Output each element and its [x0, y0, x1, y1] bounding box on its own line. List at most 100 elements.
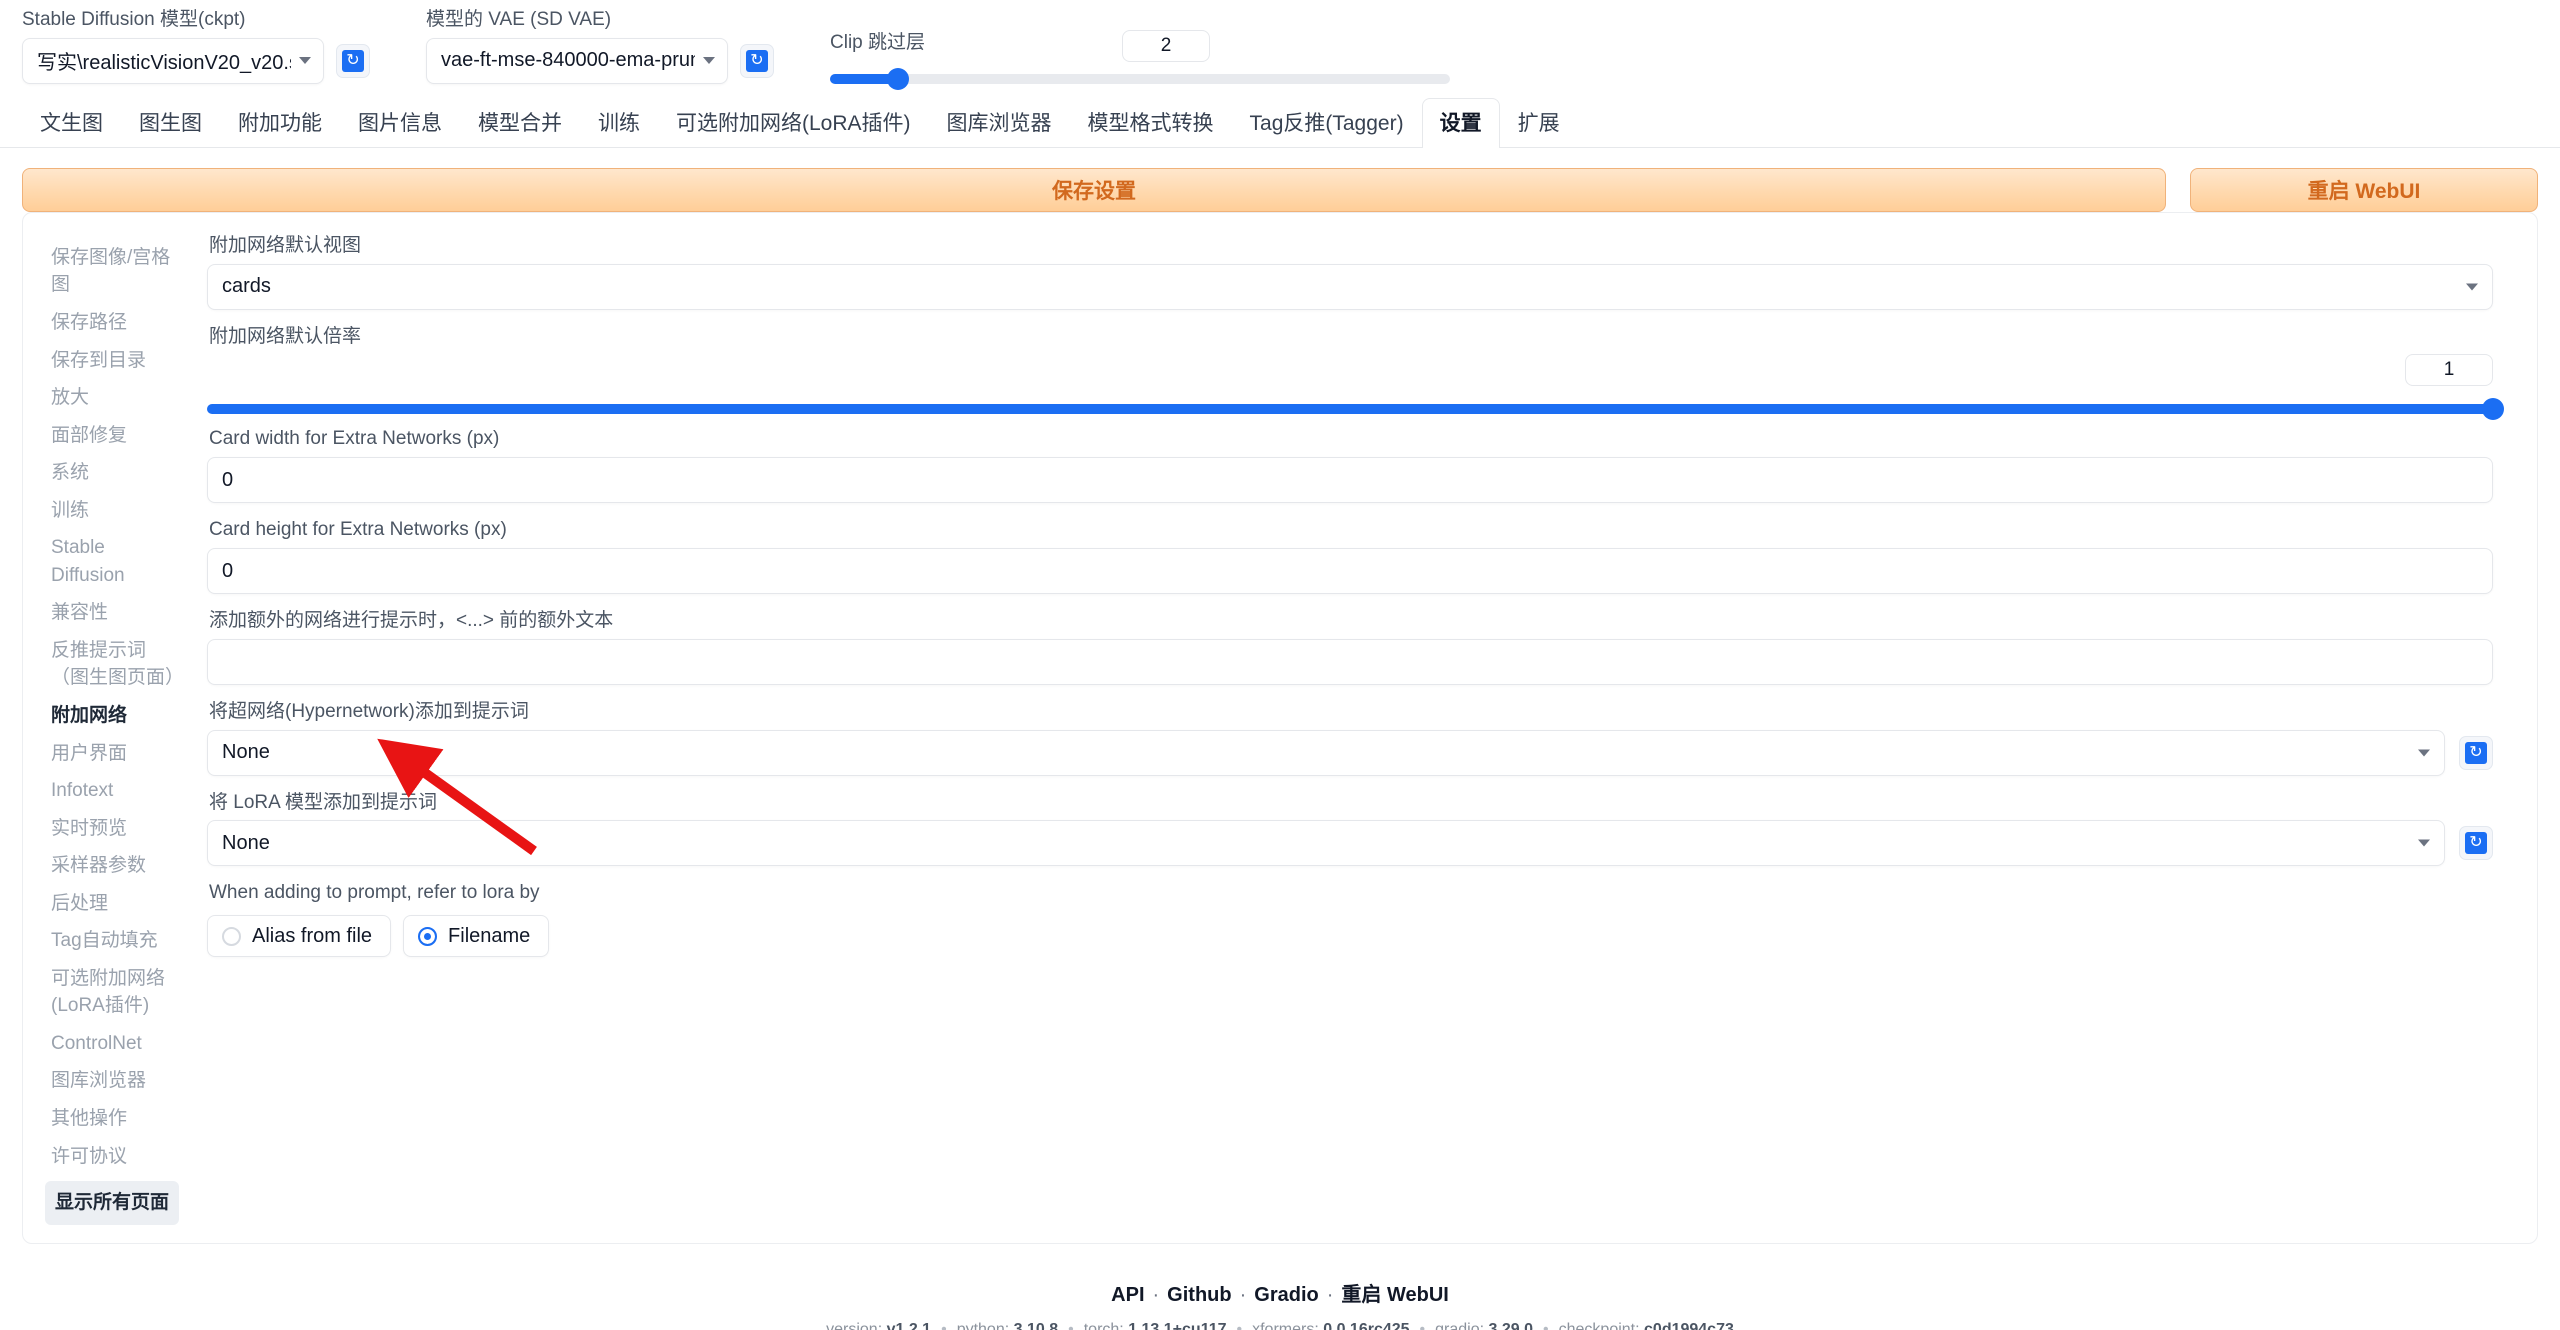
lora-ref-radio-group: Alias from file Filename [207, 915, 2493, 958]
chevron-down-icon [2466, 283, 2478, 291]
tab-0[interactable]: 文生图 [22, 98, 121, 148]
sidebar-item-3[interactable]: 放大 [45, 379, 185, 417]
footer-separator: · [1239, 1283, 1247, 1306]
default-multiplier-slider[interactable] [207, 398, 2504, 421]
sidebar-item-0[interactable]: 保存图像/宫格图 [45, 239, 185, 304]
sidebar-item-17[interactable]: 可选附加网络(LoRA插件) [45, 960, 185, 1025]
lora-ref-label: When adding to prompt, refer to lora by [209, 882, 540, 904]
sidebar-item-14[interactable]: 采样器参数 [45, 847, 185, 885]
settings-content: 附加网络默认视图 cards 附加网络默认倍率 1 Card width for… [185, 235, 2515, 1225]
sidebar-item-10[interactable]: 附加网络 [45, 697, 185, 735]
sidebar-item-4[interactable]: 面部修复 [45, 417, 185, 455]
default-multiplier-slider-handle[interactable] [2482, 398, 2504, 421]
sidebar-item-9[interactable]: 反推提示词（图生图页面） [45, 632, 185, 697]
version-separator: • [941, 1320, 947, 1330]
sidebar-item-19[interactable]: 图库浏览器 [45, 1062, 185, 1100]
tab-11[interactable]: 扩展 [1500, 98, 1578, 148]
radio-icon [222, 926, 241, 946]
sidebar-item-18[interactable]: ControlNet [45, 1025, 185, 1063]
tab-label: 文生图 [40, 111, 103, 135]
refresh-checkpoint-button[interactable]: ↻ [336, 43, 370, 78]
vae-select[interactable]: vae-ft-mse-840000-ema-pruned.safetensors [426, 37, 728, 84]
footer: API · Github · Gradio · 重启 WebUI version: v1.2… [0, 1278, 2560, 1330]
refresh-vae-button[interactable]: ↻ [740, 43, 774, 78]
default-multiplier-value-input[interactable]: 1 [2405, 354, 2493, 387]
refresh-hypernetwork-button[interactable]: ↻ [2459, 735, 2493, 770]
tab-label: 训练 [598, 111, 640, 135]
save-settings-button[interactable]: 保存设置 [22, 167, 2166, 212]
card-height-input[interactable]: 0 [207, 548, 2493, 595]
refresh-icon: ↻ [2465, 741, 2487, 764]
tab-label: 模型格式转换 [1087, 111, 1214, 135]
tab-5[interactable]: 训练 [580, 98, 658, 148]
version-value: 3.10.8 [1013, 1320, 1059, 1330]
version-key: version: [826, 1320, 887, 1330]
footer-link-0[interactable]: API [1111, 1284, 1144, 1306]
settings-body: 保存图像/宫格图 保存路径 保存到目录 放大 面部修复 系统 训练 Stable Diffus… [23, 213, 2537, 1225]
tab-1[interactable]: 图生图 [121, 98, 220, 148]
sidebar-item-13[interactable]: 实时预览 [45, 810, 185, 848]
extra-text-input[interactable] [207, 638, 2493, 685]
footer-links: API · Github · Gradio · 重启 WebUI [0, 1278, 2560, 1307]
sidebar-item-7[interactable]: Stable Diffusion [45, 529, 185, 594]
hypernetwork-value: None [222, 741, 270, 764]
tab-9[interactable]: Tag反推(Tagger) [1232, 98, 1422, 148]
sidebar-item-16[interactable]: Tag自动填充 [45, 922, 185, 960]
tab-label: 模型合并 [478, 111, 562, 135]
tab-4[interactable]: 模型合并 [460, 98, 580, 148]
checkpoint-select[interactable]: 写实\realisticVisionV20_v20.safetensors [c… [22, 37, 324, 84]
sidebar-item-15[interactable]: 后处理 [45, 885, 185, 923]
version-key: python: [956, 1320, 1014, 1330]
card-width-label: Card width for Extra Networks (px) [209, 428, 500, 450]
footer-link-2[interactable]: Gradio [1254, 1284, 1318, 1306]
sidebar-item-11[interactable]: 用户界面 [45, 735, 185, 773]
lora-select[interactable]: None [207, 820, 2445, 867]
tab-label: Tag反推(Tagger) [1249, 111, 1404, 135]
default-view-select[interactable]: cards [207, 263, 2493, 310]
version-key: xformers: [1252, 1320, 1324, 1330]
sidebar-item-8[interactable]: 兼容性 [45, 594, 185, 632]
clip-skip-slider-handle[interactable] [887, 67, 910, 90]
lora-ref-option-0[interactable]: Alias from file [207, 915, 392, 958]
footer-separator: · [1326, 1283, 1334, 1306]
refresh-icon: ↻ [2465, 832, 2487, 855]
lora-value: None [222, 831, 270, 854]
tab-6[interactable]: 可选附加网络(LoRA插件) [658, 98, 929, 148]
refresh-lora-button[interactable]: ↻ [2459, 826, 2493, 861]
sidebar-item-21[interactable]: 许可协议 [45, 1138, 185, 1176]
refresh-icon: ↻ [342, 49, 364, 72]
sidebar-item-5[interactable]: 系统 [45, 454, 185, 492]
tab-2[interactable]: 附加功能 [220, 98, 340, 148]
chevron-down-icon [2418, 749, 2430, 757]
footer-link-3[interactable]: 重启 WebUI [1341, 1284, 1448, 1306]
tab-10[interactable]: 设置 [1421, 97, 1500, 148]
default-multiplier-field: 1 [207, 354, 2504, 421]
tab-7[interactable]: 图库浏览器 [929, 98, 1070, 148]
clip-skip-slider[interactable] [830, 67, 1450, 90]
sidebar-item-1[interactable]: 保存路径 [45, 304, 185, 342]
refresh-icon: ↻ [746, 49, 768, 72]
show-all-pages-button[interactable]: 显示所有页面 [45, 1181, 180, 1225]
sidebar-item-12[interactable]: Infotext [45, 772, 185, 810]
clip-skip-header: Clip 跳过层 2 [830, 29, 1450, 62]
tab-8[interactable]: 模型格式转换 [1070, 98, 1232, 148]
default-multiplier-header: 1 [207, 354, 2493, 392]
clip-skip-value-input[interactable]: 2 [1122, 29, 1210, 62]
vae-value: vae-ft-mse-840000-ema-pruned.safetensors [441, 49, 695, 72]
version-separator: • [1236, 1320, 1243, 1330]
tab-label: 设置 [1439, 111, 1482, 135]
card-width-input[interactable]: 0 [207, 457, 2493, 504]
sidebar-item-2[interactable]: 保存到目录 [45, 342, 185, 380]
tab-label: 图库浏览器 [946, 111, 1052, 135]
restart-webui-button[interactable]: 重启 WebUI [2190, 167, 2538, 212]
sidebar-item-6[interactable]: 训练 [45, 492, 185, 530]
clip-skip-field: Clip 跳过层 2 [830, 29, 1450, 90]
footer-link-1[interactable]: Github [1167, 1284, 1231, 1306]
chevron-down-icon [299, 57, 311, 65]
tab-3[interactable]: 图片信息 [340, 98, 460, 148]
tab-label: 图生图 [139, 111, 202, 135]
lora-ref-option-1[interactable]: Filename [403, 915, 550, 958]
sidebar-item-20[interactable]: 其他操作 [45, 1100, 185, 1138]
hypernetwork-select[interactable]: None [207, 729, 2445, 776]
version-value: c0d1994c73 [1644, 1320, 1734, 1330]
